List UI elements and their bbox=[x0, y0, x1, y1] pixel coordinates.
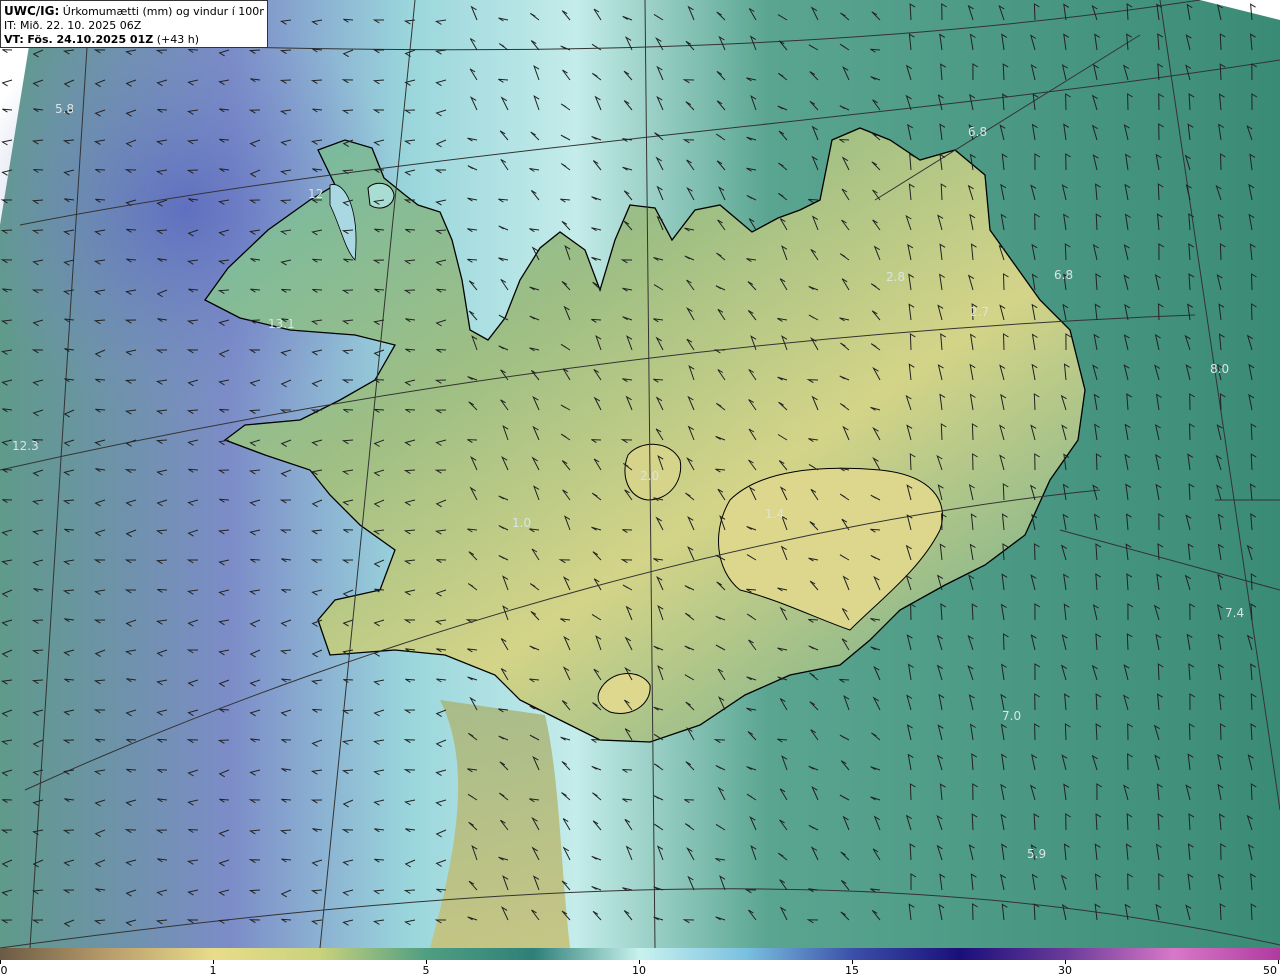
value-label: 12.3 bbox=[12, 439, 39, 453]
value-label: 1.0 bbox=[512, 516, 531, 530]
value-label: 7.4 bbox=[1225, 606, 1244, 620]
colorbar-label: 5 bbox=[422, 964, 430, 977]
map-canvas: 5.8 12 13.1 12.3 1.0 2.0 1.4 6.8 2.8 6.8… bbox=[0, 0, 1280, 948]
value-label: 1.4 bbox=[765, 507, 784, 521]
valid-time-line: VT: Fös. 24.10.2025 01Z (+43 h) bbox=[4, 33, 264, 47]
value-label: 5.8 bbox=[55, 102, 74, 116]
colorbar-tick bbox=[1278, 960, 1279, 964]
colorbar-label: 50 bbox=[1263, 964, 1277, 977]
colorbar-label: 1 bbox=[209, 964, 217, 977]
map-area: 5.8 12 13.1 12.3 1.0 2.0 1.4 6.8 2.8 6.8… bbox=[0, 0, 1280, 948]
model-name: UWC/IG: bbox=[4, 4, 60, 18]
value-label: 2.8 bbox=[886, 270, 905, 284]
title-line: UWC/IG: Úrkomumætti (mm) og vindur í 100… bbox=[4, 4, 264, 19]
valid-time: Fös. 24.10.2025 01Z bbox=[27, 33, 154, 46]
colorbar: 0 1 5 10 15 30 50 bbox=[0, 948, 1280, 978]
colorbar-gradient bbox=[0, 948, 1280, 960]
valid-label: VT: bbox=[4, 33, 24, 46]
colorbar-label: 0 bbox=[0, 964, 8, 977]
value-label: 2.7 bbox=[970, 305, 989, 319]
value-label: 2.0 bbox=[640, 469, 659, 483]
value-label: 6.8 bbox=[1054, 268, 1073, 282]
value-label: 13.1 bbox=[268, 317, 295, 331]
value-label: 12 bbox=[308, 187, 323, 201]
value-label: 7.0 bbox=[1002, 709, 1021, 723]
info-box: UWC/IG: Úrkomumætti (mm) og vindur í 100… bbox=[0, 0, 268, 48]
colorbar-label: 30 bbox=[1058, 964, 1072, 977]
lead-time: (+43 h) bbox=[156, 33, 199, 46]
value-label: 5.9 bbox=[1027, 847, 1046, 861]
map-title: Úrkomumætti (mm) og vindur í 100m hæð bbox=[62, 5, 264, 18]
colorbar-label: 15 bbox=[845, 964, 859, 977]
value-label: 8.0 bbox=[1210, 362, 1229, 376]
value-label: 6.8 bbox=[968, 125, 987, 139]
colorbar-label: 10 bbox=[632, 964, 646, 977]
init-time: IT: Mið. 22. 10. 2025 06Z bbox=[4, 19, 142, 32]
drangajokull bbox=[367, 182, 395, 209]
